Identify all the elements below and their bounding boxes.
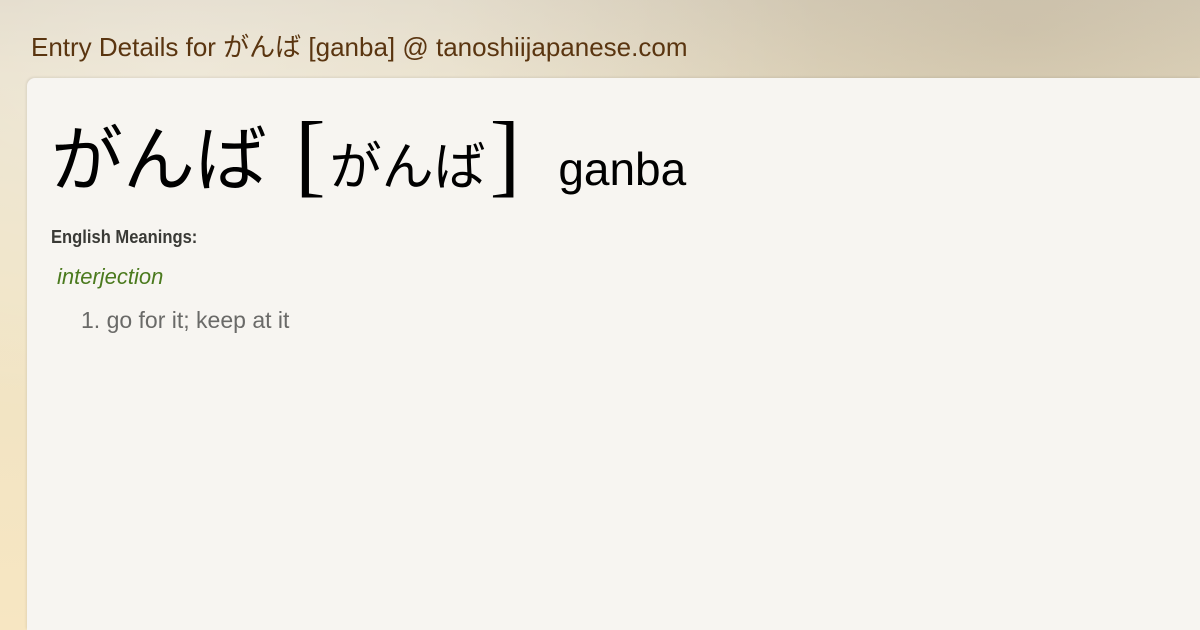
entry-kanji: がんば [51,118,268,202]
entry-panel: がんば [ がんば ] ganba English Meanings: inte… [27,78,1200,630]
entry-reading: がんば [329,138,486,198]
entry-heading: がんば [ がんば ] ganba [51,108,686,200]
page-title: Entry Details for がんば [ganba] @ tanoshii… [31,32,688,62]
entry-romaji: ganba [558,143,687,195]
sense-list: 1. go for it; keep at it [81,307,289,334]
reading-bracket-open: [ [295,103,326,205]
english-meanings-label: English Meanings: [51,227,198,247]
part-of-speech: interjection [57,264,164,289]
reading-bracket-close: ] [489,103,521,205]
entry-reading-group: [ がんば ] [295,108,520,200]
sense-item: 1. go for it; keep at it [81,307,290,333]
